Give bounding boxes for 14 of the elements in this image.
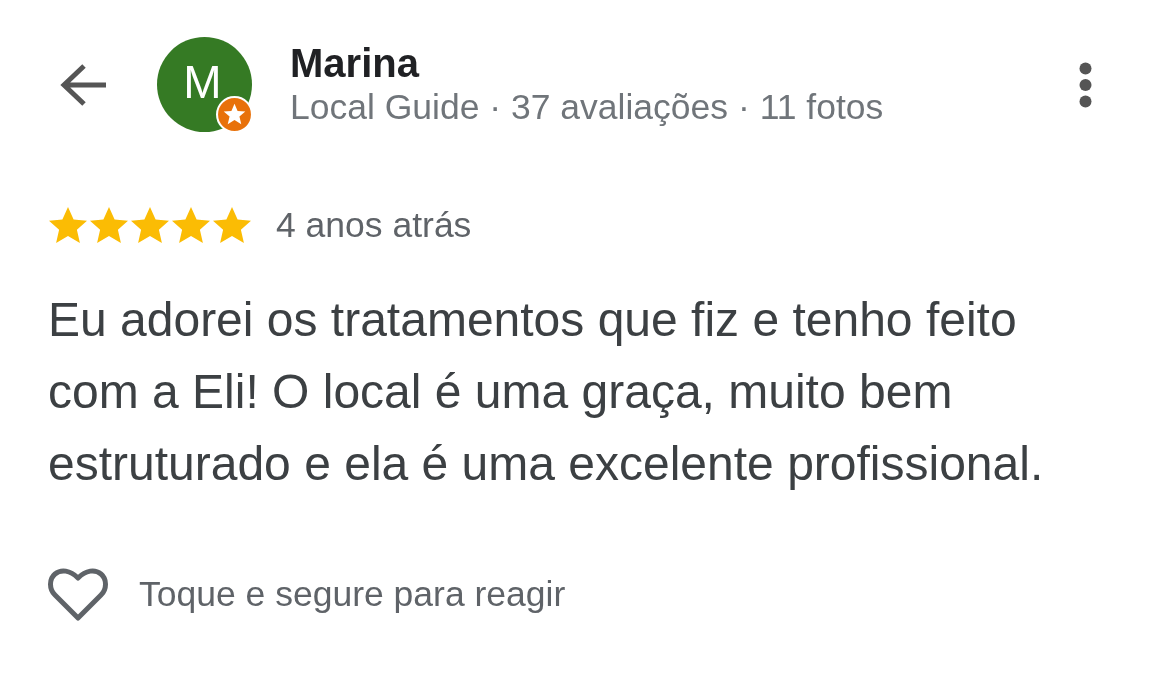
review-time: 4 anos atrás (276, 203, 472, 247)
star-icon (89, 206, 129, 244)
star-icon (130, 206, 170, 244)
heart-outline-icon[interactable] (48, 566, 108, 622)
avatar-initial: M (183, 58, 222, 105)
star-icon (171, 206, 211, 244)
star-icon (212, 206, 252, 244)
reaction-hint: Toque e segure para reagir (139, 572, 566, 616)
star-icon (48, 206, 88, 244)
review-text: Eu adorei os tratamentos que fiz e tenho feito com a Eli! O local é uma graça, muito bem estruturado e ela é uma excelente profissional. (48, 292, 1045, 492)
back-arrow-icon[interactable] (60, 62, 108, 107)
reviewer-stats: Local Guide · 37 avaliações · 11 fotos (290, 86, 884, 129)
reviewer-name: Marina (290, 40, 419, 87)
more-options-icon[interactable] (1079, 61, 1092, 108)
